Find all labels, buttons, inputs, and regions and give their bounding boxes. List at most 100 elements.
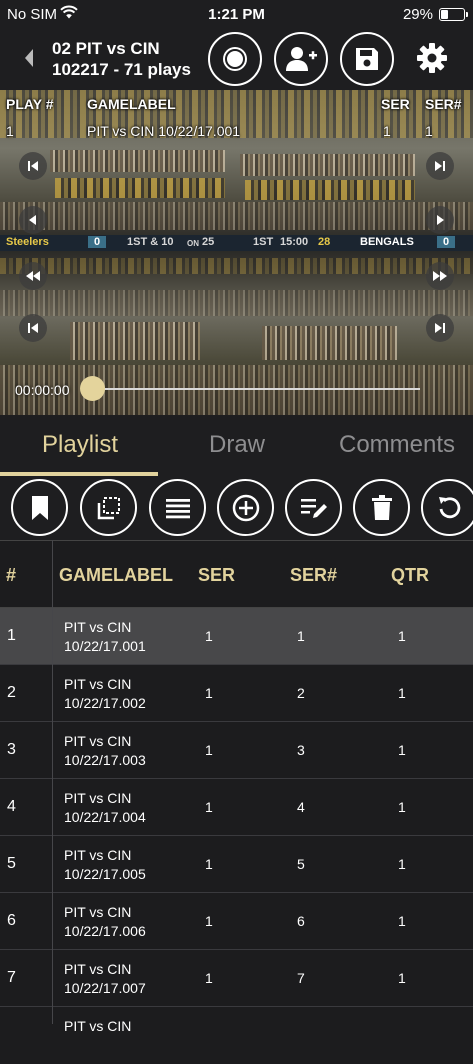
undo-icon <box>438 496 460 518</box>
column-header-ser-num[interactable]: SER# <box>290 565 337 586</box>
step-back-icon <box>28 161 38 171</box>
table-row[interactable]: 1 PIT vs CIN 10/22/17.001 1 1 1 <box>0 608 473 665</box>
crop-icon <box>97 496 120 519</box>
tab-playlist[interactable]: Playlist <box>42 431 118 459</box>
stadium-crowd <box>0 290 473 316</box>
scoreboard-home-team: Steelers <box>6 236 49 248</box>
battery-percent: 29% <box>402 6 433 23</box>
step-back-button[interactable] <box>19 152 47 180</box>
stadium-seats <box>55 178 225 198</box>
row-ser-num: 3 <box>297 742 305 758</box>
column-header-gamelabel[interactable]: GAMELABEL <box>59 565 173 586</box>
delete-button[interactable] <box>353 479 410 536</box>
row-number: 7 <box>7 969 16 986</box>
edit-list-button[interactable] <box>285 479 342 536</box>
fast-forward-button[interactable] <box>426 262 454 290</box>
battery-icon <box>439 8 468 21</box>
back-chevron-icon[interactable] <box>22 47 36 74</box>
row-number: 6 <box>7 912 16 929</box>
scoreboard-quarter: 1ST <box>253 236 274 248</box>
status-bar: No SIM 1:21 PM 29% <box>0 0 473 30</box>
row-gamelabel: PIT vs CIN 10/22/17.005 <box>64 847 146 882</box>
column-header-number[interactable]: # <box>6 565 16 586</box>
rewind-icon <box>26 271 40 281</box>
step-forward-button[interactable] <box>426 152 454 180</box>
playlist-toolbar <box>0 476 473 540</box>
column-divider <box>52 540 53 1024</box>
table-row[interactable]: 4 PIT vs CIN 10/22/17.004 1 4 1 <box>0 779 473 836</box>
row-gamelabel: PIT vs CIN 10/22/17.003 <box>64 733 146 768</box>
overlay-value-ser: 1 <box>383 123 391 139</box>
undo-button[interactable] <box>421 479 473 536</box>
table-row[interactable]: 3 PIT vs CIN 10/22/17.003 1 3 1 <box>0 722 473 779</box>
table-row[interactable]: 7 PIT vs CIN 10/22/17.007 1 7 1 <box>0 950 473 1007</box>
skip-to-start-button[interactable] <box>19 314 47 342</box>
stadium-crowd <box>70 322 200 360</box>
row-gamelabel: PIT vs CIN 10/22/17.006 <box>64 904 146 939</box>
row-gamelabel: PIT vs CIN 10/22/17.001 <box>64 619 146 654</box>
row-ser-num: 5 <box>297 856 305 872</box>
overlay-header-gamelabel: GAMELABEL <box>87 96 176 112</box>
row-gamelabel: PIT vs CIN 10/22/17.004 <box>64 790 146 825</box>
stadium-crowd <box>262 326 397 360</box>
tab-draw[interactable]: Draw <box>209 431 265 459</box>
row-qtr: 1 <box>398 970 406 986</box>
table-row[interactable]: 5 PIT vs CIN 10/22/17.005 1 5 1 <box>0 836 473 893</box>
skip-start-icon <box>28 323 38 333</box>
row-ser: 1 <box>205 742 213 758</box>
stadium-crowd <box>0 365 473 415</box>
next-frame-button[interactable] <box>426 206 454 234</box>
row-number: 2 <box>7 684 16 701</box>
fast-forward-icon <box>433 271 447 281</box>
scoreboard-yard: 25 <box>202 236 215 248</box>
record-icon <box>223 47 247 71</box>
row-qtr: 1 <box>398 799 406 815</box>
table-header: # GAMELABEL SER SER# QTR <box>0 540 473 608</box>
add-user-icon <box>286 47 317 71</box>
video-scrubber-track[interactable] <box>92 388 420 390</box>
video-player[interactable]: Steelers 0 1ST & 10 ON 25 1ST 15:00 28 B… <box>0 90 473 415</box>
triangle-right-icon <box>437 215 444 225</box>
row-ser-num: 2 <box>297 685 305 701</box>
save-icon <box>356 48 378 70</box>
overlay-value-play: 1 <box>6 123 14 139</box>
row-number: 1 <box>7 627 16 644</box>
stadium-crowd <box>50 150 225 172</box>
table-row[interactable]: PIT vs CIN <box>0 1007 473 1064</box>
tab-comments[interactable]: Comments <box>339 431 455 459</box>
column-header-qtr[interactable]: QTR <box>391 565 429 586</box>
row-ser: 1 <box>205 856 213 872</box>
row-gamelabel: PIT vs CIN 10/22/17.007 <box>64 961 146 996</box>
scoreboard-away-score: 0 <box>437 236 456 248</box>
previous-frame-button[interactable] <box>19 206 47 234</box>
scoreboard-down: 1ST & 10 <box>127 236 174 248</box>
video-scrubber-handle[interactable] <box>80 376 105 401</box>
video-timecode: 00:00:00 <box>15 382 70 398</box>
save-button[interactable] <box>340 32 394 86</box>
scoreboard-on: ON <box>187 239 199 248</box>
row-qtr: 1 <box>398 856 406 872</box>
column-header-ser[interactable]: SER <box>198 565 235 586</box>
record-button[interactable] <box>208 32 262 86</box>
row-ser-num: 7 <box>297 970 305 986</box>
skip-to-end-button[interactable] <box>426 314 454 342</box>
overlay-value-gamelabel: PIT vs CIN 10/22/17.001 <box>87 123 241 139</box>
add-user-button[interactable] <box>274 32 328 86</box>
skip-end-icon <box>435 323 445 333</box>
row-number: 3 <box>7 741 16 758</box>
table-row[interactable]: 6 PIT vs CIN 10/22/17.006 1 6 1 <box>0 893 473 950</box>
title-line-1: 02 PIT vs CIN <box>52 39 160 58</box>
crop-button[interactable] <box>80 479 137 536</box>
table-row[interactable]: 2 PIT vs CIN 10/22/17.002 1 2 1 <box>0 665 473 722</box>
scoreboard-clock: 15:00 <box>280 236 309 248</box>
add-button[interactable] <box>217 479 274 536</box>
bookmark-button[interactable] <box>11 479 68 536</box>
row-ser: 1 <box>205 799 213 815</box>
list-view-button[interactable] <box>149 479 206 536</box>
row-ser: 1 <box>205 685 213 701</box>
rewind-button[interactable] <box>19 262 47 290</box>
overlay-header-ser-num: SER# <box>425 96 462 112</box>
gear-icon[interactable] <box>416 42 448 79</box>
tab-bar: Playlist Draw Comments <box>0 415 473 476</box>
stadium-crowd <box>0 202 473 230</box>
